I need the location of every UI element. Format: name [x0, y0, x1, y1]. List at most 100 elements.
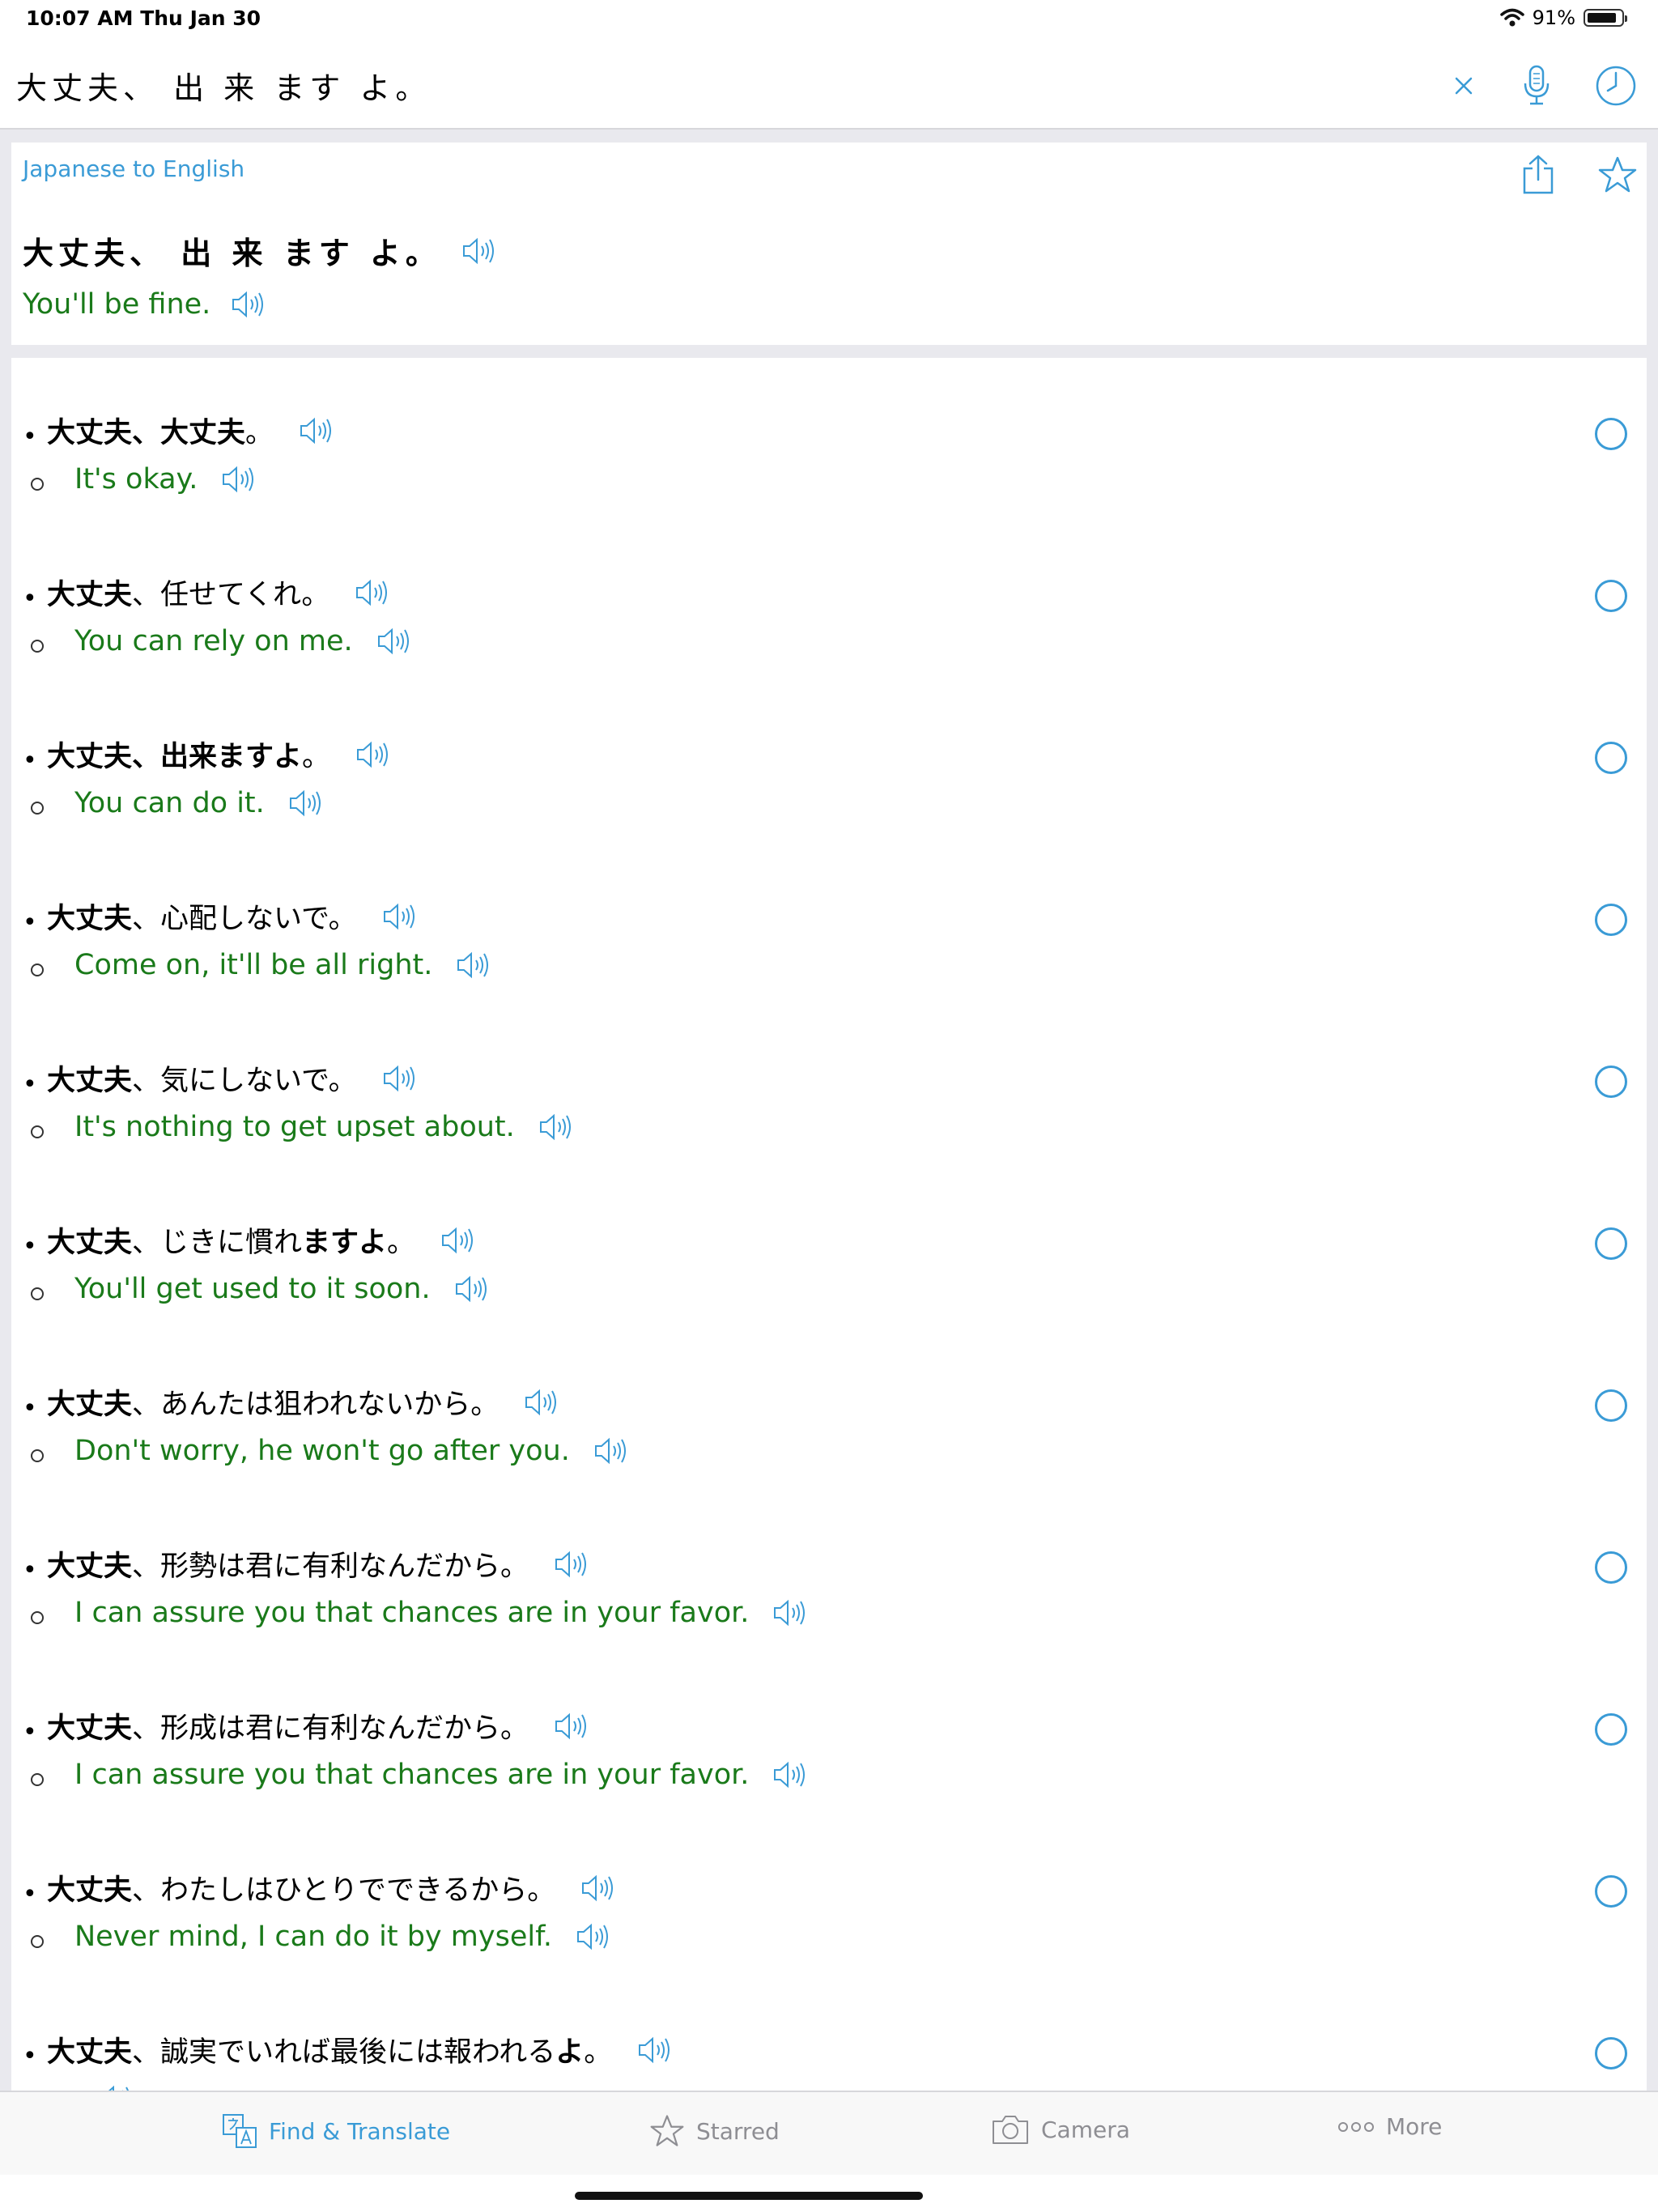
speaker-icon[interactable]	[636, 2034, 674, 2066]
sub-bullet	[31, 1773, 44, 1786]
speaker-icon[interactable]	[97, 2082, 134, 2091]
home-indicator[interactable]	[575, 2192, 923, 2200]
speaker-icon[interactable]	[553, 1548, 590, 1580]
battery-icon	[1584, 9, 1627, 27]
share-button[interactable]	[1516, 151, 1561, 199]
japanese-match-text: 大丈夫	[47, 1874, 133, 1907]
select-circle-button[interactable]	[1595, 1713, 1627, 1746]
select-circle-button[interactable]	[1595, 2037, 1627, 2069]
tab-more[interactable]: More	[1337, 2113, 1442, 2140]
speaker-icon[interactable]	[461, 235, 498, 267]
speaker-icon[interactable]	[453, 1273, 491, 1305]
japanese-text: 、気にしないで。	[132, 1065, 357, 1097]
speaker-icon[interactable]	[455, 949, 492, 981]
source-sentence: 大丈夫、 出 来 ます よ。	[23, 228, 498, 273]
history-button[interactable]	[1592, 62, 1640, 110]
sub-bullet	[31, 963, 44, 976]
result-entry[interactable]: • 大丈夫、出来ますよ。 You can do it.	[11, 717, 1647, 879]
speaker-icon[interactable]	[772, 1597, 809, 1629]
select-circle-button[interactable]	[1595, 418, 1627, 450]
search-input[interactable]: 大丈夫、 出 来 ます よ。	[16, 63, 431, 108]
select-circle-button[interactable]	[1595, 904, 1627, 936]
select-circle-button[interactable]	[1595, 580, 1627, 612]
english-sentence: You can rely on me.	[74, 625, 413, 657]
star-button[interactable]	[1593, 151, 1642, 199]
japanese-sentence: 大丈夫 、わたしはひとりでできるから。	[47, 1867, 617, 1908]
sub-bullet	[31, 802, 44, 815]
translation-sentence: You'll be fine.	[23, 288, 267, 321]
speaker-icon[interactable]	[440, 1224, 477, 1257]
microphone-button[interactable]	[1519, 62, 1554, 110]
speaker-icon[interactable]	[354, 576, 391, 609]
sub-bullet	[31, 1125, 44, 1138]
speaker-icon[interactable]	[220, 463, 257, 496]
result-entry[interactable]: • 大丈夫 、形成は君に有利なんだから。 I can assure you that …	[11, 1689, 1647, 1851]
tab-label: More	[1386, 2113, 1443, 2140]
result-bullet: •	[23, 2042, 37, 2070]
speaker-icon[interactable]	[287, 787, 325, 819]
japanese-match-text: 大丈夫	[47, 1389, 133, 1421]
sub-bullet	[31, 640, 44, 653]
select-circle-button[interactable]	[1595, 1875, 1627, 1908]
speaker-icon[interactable]	[523, 1386, 560, 1419]
speaker-icon[interactable]	[230, 288, 267, 321]
english-text: I can assure you that chances are in you…	[74, 1597, 750, 1629]
result-entry[interactable]: • 大丈夫、大丈夫。 It's okay.	[11, 393, 1647, 555]
direction-label[interactable]: Japanese to English	[23, 155, 244, 182]
result-entry[interactable]: • 大丈夫 、任せてくれ。 You can rely on me.	[11, 555, 1647, 717]
speaker-icon[interactable]	[355, 738, 392, 771]
share-icon	[1523, 155, 1554, 194]
result-entry[interactable]: • 大丈夫 、あんたは狙われないから。 Don't worry, he won't g…	[11, 1365, 1647, 1527]
result-bullet: •	[23, 1718, 37, 1746]
select-circle-button[interactable]	[1595, 1227, 1627, 1260]
status-indicators: 91%	[1499, 6, 1627, 29]
result-entry[interactable]: • 大丈夫 、じきに慣れ ますよ。 You'll get used to it soon…	[11, 1203, 1647, 1365]
japanese-match-text: 大丈夫	[47, 1227, 133, 1259]
tab-label: Camera	[1041, 2116, 1130, 2143]
english-text: Never mind, I can do it by myself.	[74, 1921, 552, 1953]
japanese-sentence: 大丈夫 、誠実でいれば最後には報われるよ。	[47, 2029, 674, 2070]
status-bar: 10:07 AM Thu Jan 30 91%	[0, 0, 1658, 39]
result-entry[interactable]: • 大丈夫 、わたしはひとりでできるから。 Never mind, I can do …	[11, 1851, 1647, 2013]
speaker-icon[interactable]	[298, 415, 335, 447]
clock-icon	[1596, 66, 1636, 106]
tab-camera[interactable]: Camera	[991, 2113, 1130, 2146]
select-circle-button[interactable]	[1595, 1066, 1627, 1098]
search-bar: 大丈夫、 出 来 ます よ。	[0, 39, 1658, 130]
speaker-icon[interactable]	[575, 1921, 612, 1953]
star-icon	[650, 2115, 684, 2146]
result-entry[interactable]: • 大丈夫 、形勢は君に有利なんだから。 I can assure you that …	[11, 1527, 1647, 1689]
tab-starred[interactable]: Starred	[649, 2113, 780, 2149]
result-entry[interactable]: • 大丈夫 、誠実でいれば最後には報われるよ。	[11, 2013, 1647, 2091]
japanese-text: 、あんたは狙われないから。	[132, 1389, 500, 1421]
japanese-text: 、形成は君に有利なんだから。	[132, 1712, 529, 1745]
result-entry[interactable]: • 大丈夫 、心配しないで。 Come on, it'll be all right.	[11, 879, 1647, 1041]
result-bullet: •	[23, 1070, 37, 1099]
select-circle-button[interactable]	[1595, 1551, 1627, 1584]
result-entry[interactable]: • 大丈夫 、気にしないで。 It's nothing to get upset ab…	[11, 1041, 1647, 1203]
speaker-icon[interactable]	[580, 1872, 617, 1904]
tab-find-translate[interactable]: Find & Translate	[222, 2113, 450, 2149]
english-text: Don't worry, he won't go after you.	[74, 1435, 570, 1467]
english-text: You can rely on me.	[74, 625, 353, 657]
status-time: 10:07 AM Thu Jan 30	[26, 6, 261, 30]
clear-button[interactable]	[1448, 70, 1480, 102]
speaker-icon[interactable]	[593, 1435, 630, 1467]
speaker-icon[interactable]	[553, 1710, 590, 1742]
japanese-sentence: 大丈夫 、じきに慣れ ますよ。	[47, 1219, 477, 1261]
japanese-sentence: 大丈夫 、心配しないで。	[47, 895, 419, 937]
select-circle-button[interactable]	[1595, 1389, 1627, 1422]
speaker-icon[interactable]	[381, 900, 419, 933]
japanese-match-text: 大丈夫	[47, 1551, 133, 1583]
japanese-sentence: 大丈夫、出来ますよ。	[47, 734, 392, 775]
speaker-icon[interactable]	[381, 1062, 419, 1095]
english-sentence: It's nothing to get upset about.	[74, 1111, 575, 1143]
japanese-text: 、任せてくれ。	[132, 579, 330, 611]
speaker-icon[interactable]	[376, 625, 413, 657]
english-sentence: I can assure you that chances are in you…	[74, 1597, 809, 1629]
japanese-sentence: 大丈夫 、気にしないで。	[47, 1057, 419, 1099]
select-circle-button[interactable]	[1595, 742, 1627, 774]
speaker-icon[interactable]	[772, 1759, 809, 1791]
japanese-match-text: 大丈夫	[47, 1712, 133, 1745]
speaker-icon[interactable]	[538, 1111, 575, 1143]
